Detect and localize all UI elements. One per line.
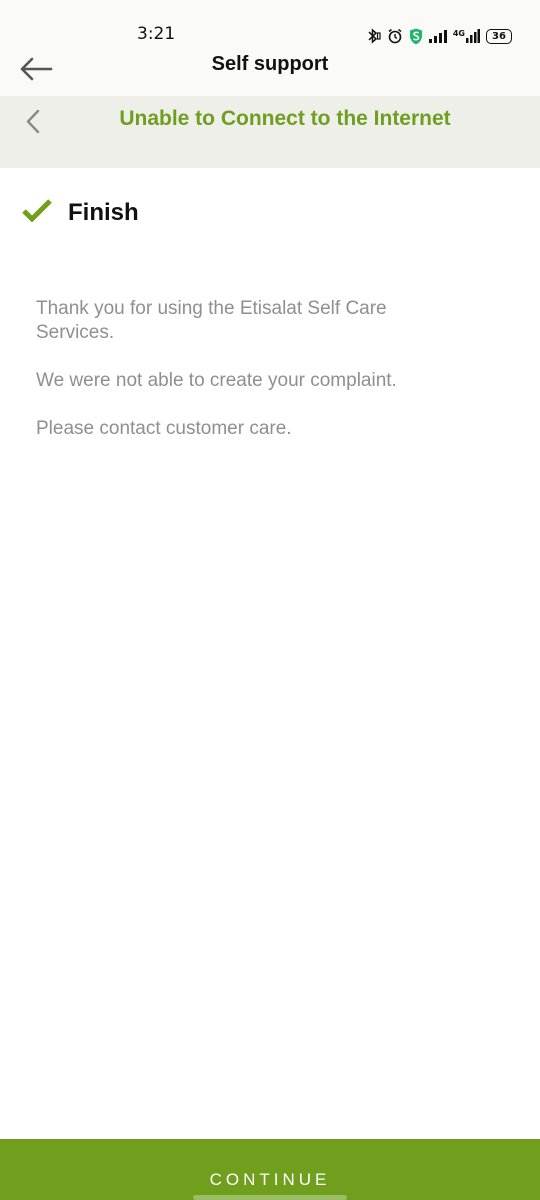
battery-icon: 36 — [486, 28, 512, 44]
signal-4g-icon: 4G — [453, 29, 480, 43]
sub-header-title: Unable to Connect to the Internet — [119, 107, 451, 130]
app-bar: Self support — [0, 44, 540, 96]
bluetooth-icon — [365, 28, 381, 44]
network-type-label: 4G — [452, 29, 465, 38]
message-thank-you: Thank you for using the Etisalat Self Ca… — [36, 298, 387, 343]
status-time: 3:21 — [137, 24, 176, 44]
message-complaint-failed: We were not able to create your complain… — [36, 370, 397, 391]
status-bar: 3:21 4G 36 — [0, 0, 540, 44]
vpn-shield-icon — [409, 28, 423, 45]
checkmark-icon — [22, 198, 52, 227]
chevron-left-icon — [26, 109, 40, 134]
finish-title: Finish — [68, 198, 139, 226]
status-icons: 4G 36 — [365, 26, 512, 46]
message-contact-care: Please contact customer care. — [36, 418, 292, 439]
home-indicator — [193, 1195, 347, 1200]
continue-label: CONTINUE — [209, 1170, 331, 1189]
continue-button[interactable]: CONTINUE — [0, 1139, 540, 1200]
battery-level: 36 — [492, 30, 506, 42]
alarm-icon — [387, 28, 403, 44]
screen: 3:21 4G 36 Self support Unable to Connec… — [0, 0, 540, 1200]
sub-header: Unable to Connect to the Internet — [0, 96, 540, 168]
finish-heading: Finish — [22, 198, 139, 227]
signal-icon — [428, 29, 447, 43]
sub-back-button[interactable] — [20, 108, 48, 136]
page-title: Self support — [211, 53, 329, 75]
message-list: Thank you for using the Etisalat Self Ca… — [36, 297, 436, 465]
